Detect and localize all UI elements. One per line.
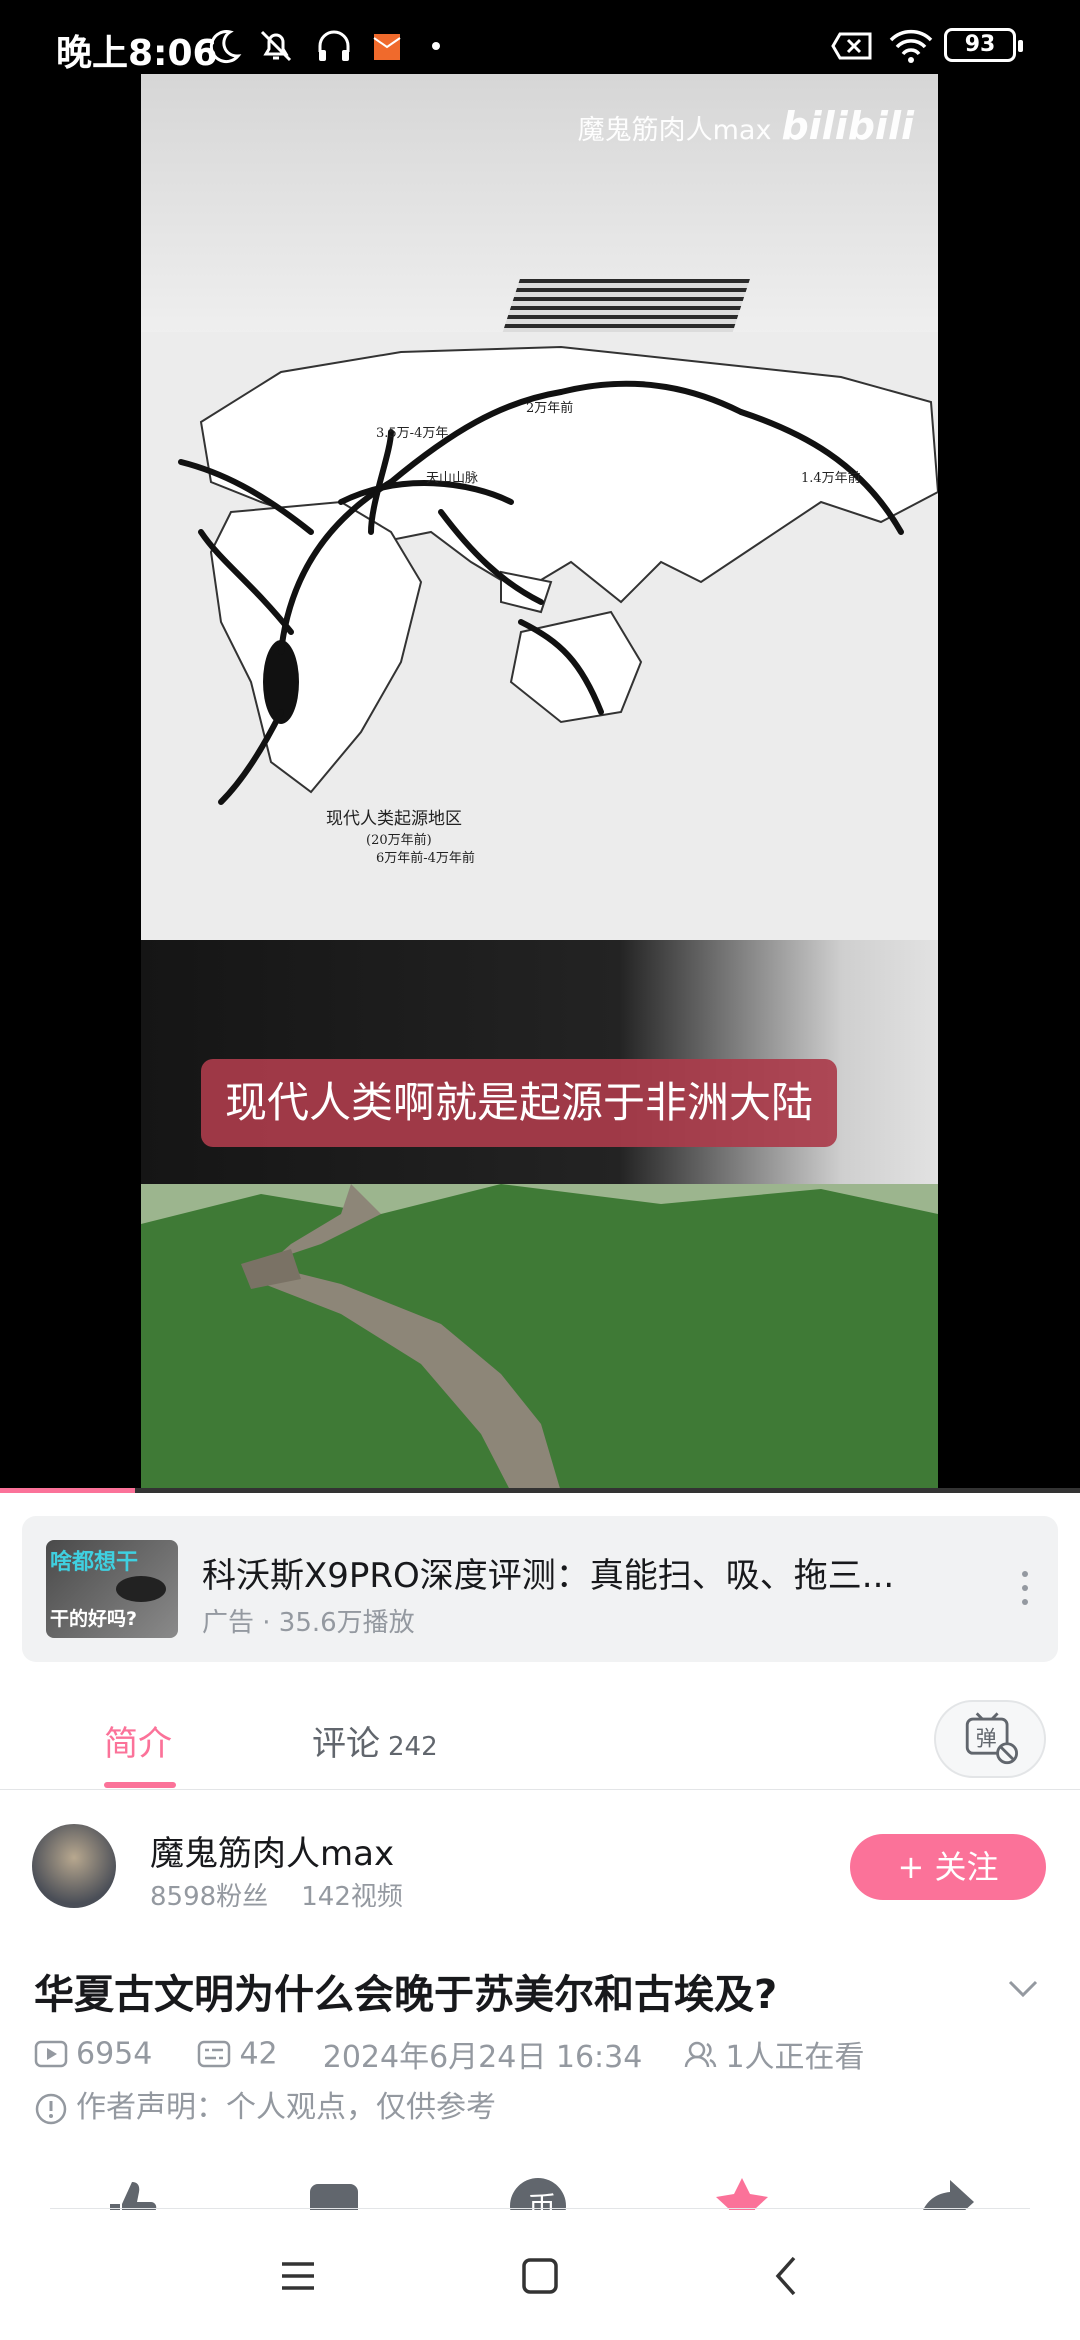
map-label-2: 3.5万-4万年 — [376, 426, 448, 441]
map-label-5: 现代人类起源地区 — [326, 809, 462, 829]
danmaku-count: 42 — [239, 2036, 278, 2072]
map-label-7: 6万年前-4万年前 — [376, 850, 475, 866]
ad-meta: 广告 · 35.6万播放 — [202, 1608, 415, 1638]
ceiling-vent — [502, 279, 750, 334]
uploader-videos: 142视频 — [301, 1882, 403, 1912]
danmaku-count-icon — [198, 2040, 231, 2068]
like-icon[interactable] — [100, 2174, 160, 2210]
watermark-channel: 魔鬼筋肉人max — [577, 115, 772, 146]
uploader-name[interactable]: 魔鬼筋肉人max — [150, 1826, 394, 1875]
battery-icon: 93 — [944, 28, 1023, 62]
video-progress-fill — [0, 1488, 135, 1493]
watching-count: 1人正在看 — [725, 2040, 865, 2075]
share-icon[interactable] — [916, 2174, 976, 2210]
dot-icon — [432, 42, 440, 50]
map-label-3: 1.4万年前 — [801, 470, 861, 486]
system-nav-bar — [0, 2210, 1080, 2340]
play-count: 6954 — [76, 2036, 153, 2072]
status-time: 晚上8:06 — [56, 33, 218, 74]
danmaku-label: 弹 — [976, 1727, 997, 1751]
map-label-4: 天山山脉 — [426, 471, 478, 486]
coin-icon[interactable]: 币 — [508, 2174, 568, 2210]
follow-button[interactable]: + 关注 — [850, 1834, 1046, 1900]
more-options-icon[interactable] — [1020, 1568, 1030, 1608]
info-icon — [35, 2093, 67, 2124]
ad-thumb-text-bottom: 干的好吗? — [50, 1608, 138, 1630]
action-row: 币 — [0, 2160, 1080, 2210]
danmaku-off-icon: 弹 — [965, 1712, 1018, 1765]
comments-count: 242 — [388, 1732, 438, 1762]
video-player[interactable]: 晚上8:06 93 魔鬼筋肉人max bilibili 2万年前 3.5万-4万… — [0, 0, 1080, 1493]
ad-card[interactable]: 啥都想干 干的好吗? 科沃斯X9PRO深度评测：真能扫、吸、拖三... 广告 ·… — [22, 1516, 1058, 1662]
video-frame[interactable]: 魔鬼筋肉人max bilibili 2万年前 3.5万-4万年 1.4万年前 天… — [141, 74, 938, 1492]
headphones-icon — [318, 30, 350, 61]
video-subtitle: 现代人类啊就是起源于非洲大陆 — [201, 1059, 838, 1147]
human-migration-map: 2万年前 3.5万-4万年 1.4万年前 天山山脉 现代人类起源地区 (20万年… — [141, 332, 938, 940]
tab-comments-label: 评论 — [312, 1724, 380, 1764]
map-label-1: 2万年前 — [526, 400, 573, 416]
danmaku-toggle-button[interactable]: 弹 — [934, 1700, 1046, 1778]
moon-icon — [209, 30, 242, 64]
svg-text:币: 币 — [528, 2190, 556, 2210]
tab-active-indicator — [104, 1782, 176, 1788]
ad-thumb-text-top: 啥都想干 — [50, 1550, 139, 1575]
uploader-fans: 8598粉丝 — [150, 1882, 269, 1912]
mute-icon — [260, 30, 292, 62]
detail-tabs: 简介 评论 242 弹 — [0, 1686, 1080, 1790]
ad-title[interactable]: 科沃斯X9PRO深度评测：真能扫、吸、拖三... — [202, 1548, 962, 1597]
publish-date: 2024年6月24日 16:34 — [322, 2040, 643, 2075]
mail-icon — [373, 34, 401, 60]
great-wall-scene — [141, 1184, 938, 1492]
uploader-stats: 8598粉丝 142视频 — [150, 1876, 403, 1913]
uploader-avatar[interactable] — [32, 1824, 116, 1908]
chevron-down-icon[interactable] — [1006, 1972, 1040, 2006]
watching-icon — [685, 2041, 717, 2068]
video-title: 华夏古文明为什么会晚于苏美尔和古埃及? — [34, 1972, 778, 2018]
tab-comments[interactable]: 评论 242 — [312, 1716, 438, 1765]
bilibili-logo: bilibili — [781, 104, 914, 148]
declaration-text: 作者声明：个人观点，仅供参考 — [76, 2090, 496, 2125]
ad-thumbnail: 啥都想干 干的好吗? — [46, 1540, 178, 1638]
menu-icon[interactable] — [268, 2246, 328, 2306]
author-declaration: 作者声明：个人观点，仅供参考 — [34, 2082, 496, 2126]
wifi-icon — [889, 29, 933, 63]
video-watermark: 魔鬼筋肉人max bilibili — [578, 104, 914, 148]
map-label-6: (20万年前) — [366, 832, 432, 848]
favorite-star-icon[interactable] — [712, 2174, 772, 2210]
video-progress-bar[interactable] — [0, 1488, 1080, 1493]
tab-intro[interactable]: 简介 — [104, 1716, 172, 1765]
play-count-icon — [34, 2040, 68, 2068]
sim-off-icon — [831, 32, 872, 60]
video-stats-row: 6954 42 2024年6月24日 16:34 1人正在看 — [34, 2032, 865, 2076]
divider — [50, 2208, 1030, 2209]
tab-intro-label: 简介 — [104, 1724, 172, 1764]
home-icon[interactable] — [510, 2246, 570, 2306]
dislike-icon[interactable] — [304, 2174, 364, 2210]
back-icon[interactable] — [758, 2246, 818, 2306]
